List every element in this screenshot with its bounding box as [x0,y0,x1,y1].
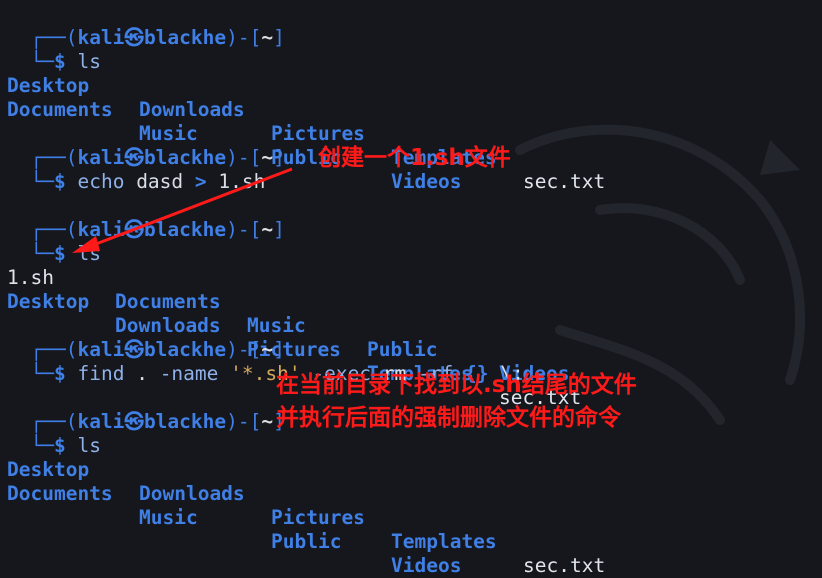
command-line: └─$ ls [30,242,101,265]
ls-output-row: Desktop Downloads Pictures Templates sec… [7,50,807,193]
ls-output-row: Documents Music Public Videos [7,458,807,577]
command-line: └─$ find . -name '*.sh' -exec rm -rf {} … [30,362,524,385]
ls-output-row: Documents Music Public Videos [7,74,807,193]
list-item: Public [271,530,342,553]
ls-output-row: Desktop Downloads Pictures Templates sec… [7,266,807,409]
list-item: Downloads [139,482,245,505]
list-item: Videos [391,554,462,577]
list-item: Documents [7,98,113,121]
list-item: Videos [391,170,462,193]
prompt-header: ┌──(kali㉿blackhe)-[~] [30,410,285,433]
command-line: └─$ echo dasd > 1.sh [30,170,266,193]
prompt-header: ┌──(kali㉿blackhe)-[~] [30,26,285,49]
prompt-header: ┌──(kali㉿blackhe)-[~] [30,146,285,169]
list-item: Pictures [271,506,365,529]
prompt-path: ~ [261,26,274,49]
annotation-find-line2: 并执行后面的强制删除文件的命令 [276,405,621,431]
list-item: Music [139,506,198,529]
annotation-create-file: 创建一个1.sh文件 [318,145,511,171]
list-item: Documents [115,290,221,313]
annotation-find-line1: 在当前目录下找到以.sh结尾的文件 [276,372,637,398]
list-item: Downloads [139,98,245,121]
list-item: sec.txt [523,554,606,577]
prompt-at-icon: ㉿ [124,410,144,433]
list-item: Templates [391,530,497,553]
list-item: sec.txt [523,170,606,193]
ls-output-row: 1.sh Documents Music Public Videos [7,242,807,385]
prompt-header: ┌──(kali㉿blackhe)-[~] [30,218,285,241]
command-line: └─$ ls [30,50,101,73]
prompt-host: blackhe [143,26,227,49]
prompt-at-icon: ㉿ [124,218,144,241]
ls-output-row: Desktop Downloads Pictures Templates sec… [7,434,807,577]
prompt-header: ┌──(kali㉿blackhe)-[~] [30,338,285,361]
prompt-at-icon: ㉿ [124,26,144,49]
list-item: Documents [7,482,113,505]
command-line: └─$ ls [30,434,101,457]
list-item: Desktop [7,290,90,313]
